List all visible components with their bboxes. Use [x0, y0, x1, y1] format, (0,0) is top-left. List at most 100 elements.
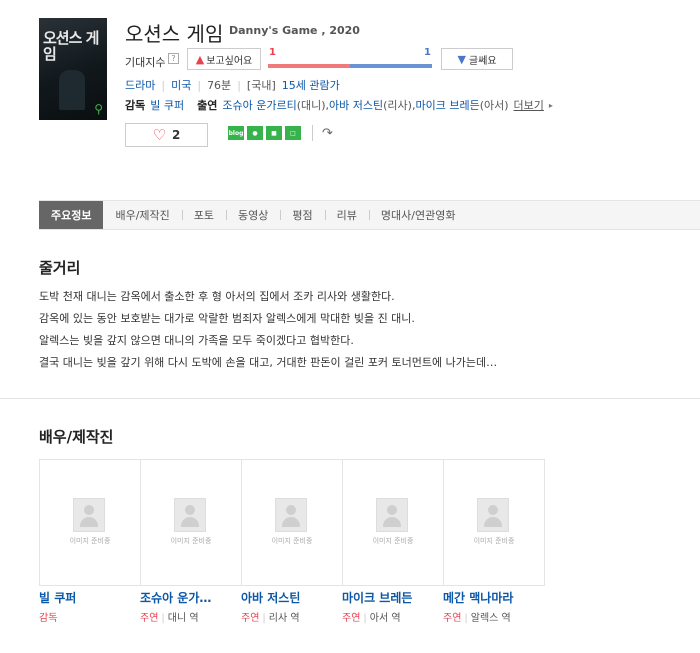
placeholder-caption: 이미지 준비중	[473, 537, 515, 545]
cast-role: (리사),	[383, 99, 416, 112]
character-name: 아서 역	[369, 613, 401, 624]
placeholder-caption: 이미지 준비중	[170, 537, 212, 545]
person-name[interactable]: 아바 저스틴	[241, 589, 300, 606]
person-placeholder-icon	[174, 498, 206, 532]
role-type: 감독	[39, 613, 58, 624]
magnifier-icon[interactable]: ⚲	[94, 102, 103, 116]
person-role: 주연 | 알렉스 역	[443, 609, 511, 624]
person-role: 주연 | 리사 역	[241, 609, 300, 624]
cast-role: (대니),	[296, 99, 330, 112]
like-button[interactable]: ♡ 2	[125, 123, 208, 147]
person-card[interactable]: 이미지 준비중	[443, 459, 545, 586]
person-card[interactable]: 이미지 준비중	[39, 459, 141, 586]
movie-meta: 드라마 | 미국 | 76분 | [국내] 15세 관람가	[125, 77, 340, 93]
blog-icon[interactable]: blog	[228, 126, 244, 140]
person-name[interactable]: 마이크 브레든	[342, 589, 412, 606]
plot-line: 알렉스는 빚을 갚지 않으면 대니의 가족을 모두 죽이겠다고 협박한다.	[39, 334, 354, 347]
meta-separator: |	[161, 78, 166, 92]
tab-video[interactable]: 동영상	[226, 201, 280, 229]
help-icon[interactable]: ?	[168, 53, 179, 64]
section-divider	[0, 398, 700, 399]
person-placeholder-icon	[376, 498, 408, 532]
role-type: 주연	[342, 613, 361, 624]
movie-poster[interactable]: 오션스 게임 ⚲	[39, 18, 107, 120]
role-type: 주연	[241, 613, 260, 624]
person-card[interactable]: 이미지 준비중	[241, 459, 343, 586]
movie-subtitle: Danny's Game , 2020	[229, 24, 360, 37]
cast-link[interactable]: 마이크 브레든	[415, 97, 479, 113]
cast-link[interactable]: 아바 저스틴	[329, 97, 383, 113]
plot-line: 도박 천재 대니는 감옥에서 출소한 후 형 아서의 집에서 조카 리사와 생활…	[39, 290, 395, 303]
poster-figure	[59, 70, 85, 110]
page-title: 오션스 게임	[125, 22, 224, 46]
role-separator: |	[464, 613, 468, 624]
role-separator: |	[161, 613, 165, 624]
link-share-icon[interactable]: ↷	[322, 126, 333, 141]
expectation-label: 기대지수	[125, 56, 166, 69]
person-role: 주연 | 아서 역	[342, 609, 401, 624]
character-name: 리사 역	[268, 613, 300, 624]
chevron-right-icon: ▸	[548, 100, 553, 110]
tab-cast[interactable]: 배우/제작진	[103, 201, 181, 229]
placeholder-caption: 이미지 준비중	[69, 537, 111, 545]
want-count: 1	[269, 47, 276, 58]
not-sure-button[interactable]: ▼ 글쎄요	[441, 48, 513, 70]
person-placeholder-icon	[275, 498, 307, 532]
tab-review[interactable]: 리뷰	[324, 201, 369, 229]
cast-role: (아서)	[479, 99, 509, 112]
meta-separator: |	[237, 78, 241, 92]
tab-rating[interactable]: 평점	[280, 201, 324, 229]
person-role: 주연 | 대니 역	[140, 609, 199, 624]
person-placeholder-icon	[73, 498, 105, 532]
want-to-see-label: 보고싶어요	[206, 55, 253, 67]
person-name[interactable]: 메간 맥나마라	[443, 589, 513, 606]
role-type: 주연	[140, 613, 159, 624]
cast-heading: 배우/제작진	[39, 428, 114, 446]
director-label: 감독	[125, 99, 146, 112]
person-name[interactable]: 조슈아 운가…	[140, 589, 211, 606]
placeholder-caption: 이미지 준비중	[372, 537, 414, 545]
character-name: 대니 역	[167, 613, 199, 624]
person-card[interactable]: 이미지 준비중	[342, 459, 444, 586]
director-link[interactable]: 빌 쿠퍼	[150, 97, 184, 113]
plot-heading: 줄거리	[39, 259, 81, 277]
person-role: 감독	[39, 609, 57, 624]
runtime: 76분	[207, 79, 232, 92]
tab-quotes[interactable]: 명대사/연관영화	[368, 201, 468, 229]
plot-text: 도박 천재 대니는 감옥에서 출소한 후 형 아서의 집에서 조카 리사와 생활…	[39, 286, 497, 374]
tab-main-info[interactable]: 주요정보	[39, 201, 104, 229]
share-bar: blog ● ■ □ ↷	[228, 125, 333, 141]
person-card[interactable]: 이미지 준비중	[140, 459, 242, 586]
role-separator: |	[262, 613, 266, 624]
country-link[interactable]: 미국	[171, 77, 191, 93]
rating-prefix: [국내]	[246, 79, 276, 92]
heart-icon: ♡	[152, 126, 167, 144]
thumbs-down-icon: ▼	[457, 52, 466, 66]
plot-line: 감옥에 있는 동안 보호받는 대가로 악랄한 범죄자 알렉스에게 막대한 빚을 …	[39, 312, 415, 325]
cast-label: 출연	[197, 99, 218, 112]
genre-link[interactable]: 드라마	[125, 77, 155, 93]
more-link[interactable]: 더보기	[514, 97, 544, 113]
tab-photo[interactable]: 포토	[181, 201, 226, 229]
cast-list: 조슈아 운가르티 (대니), 아바 저스틴 (리사), 마이크 브레든 (아서)	[222, 97, 508, 113]
role-separator: |	[363, 613, 367, 624]
dislike-count: 1	[424, 47, 431, 58]
character-name: 알렉스 역	[470, 613, 511, 624]
line-icon[interactable]: □	[285, 126, 301, 140]
band-icon[interactable]: ■	[266, 126, 282, 140]
person-name[interactable]: 빌 쿠퍼	[39, 589, 76, 606]
person-placeholder-icon	[477, 498, 509, 532]
plot-line: 결국 대니는 빚을 갚기 위해 다시 도박에 손을 대고, 거대한 판돈이 걸린…	[39, 356, 498, 369]
meta-separator: |	[197, 78, 202, 92]
tab-bar: 주요정보 배우/제작진 포토 동영상 평점 리뷰 명대사/연관영화	[39, 200, 700, 230]
crew-line: 감독 빌 쿠퍼 출연 조슈아 운가르티 (대니), 아바 저스틴 (리사), 마이크…	[125, 97, 553, 113]
share-separator	[312, 125, 313, 141]
rating-link[interactable]: 15세 관람가	[282, 77, 340, 93]
kakao-story-icon[interactable]: ●	[247, 126, 263, 140]
not-sure-label: 글쎄요	[468, 55, 497, 67]
role-type: 주연	[443, 613, 462, 624]
placeholder-caption: 이미지 준비중	[271, 537, 313, 545]
cast-link[interactable]: 조슈아 운가르티	[222, 97, 296, 113]
want-to-see-button[interactable]: ▲ 보고싶어요	[187, 48, 261, 70]
dislike-bar	[350, 64, 432, 68]
